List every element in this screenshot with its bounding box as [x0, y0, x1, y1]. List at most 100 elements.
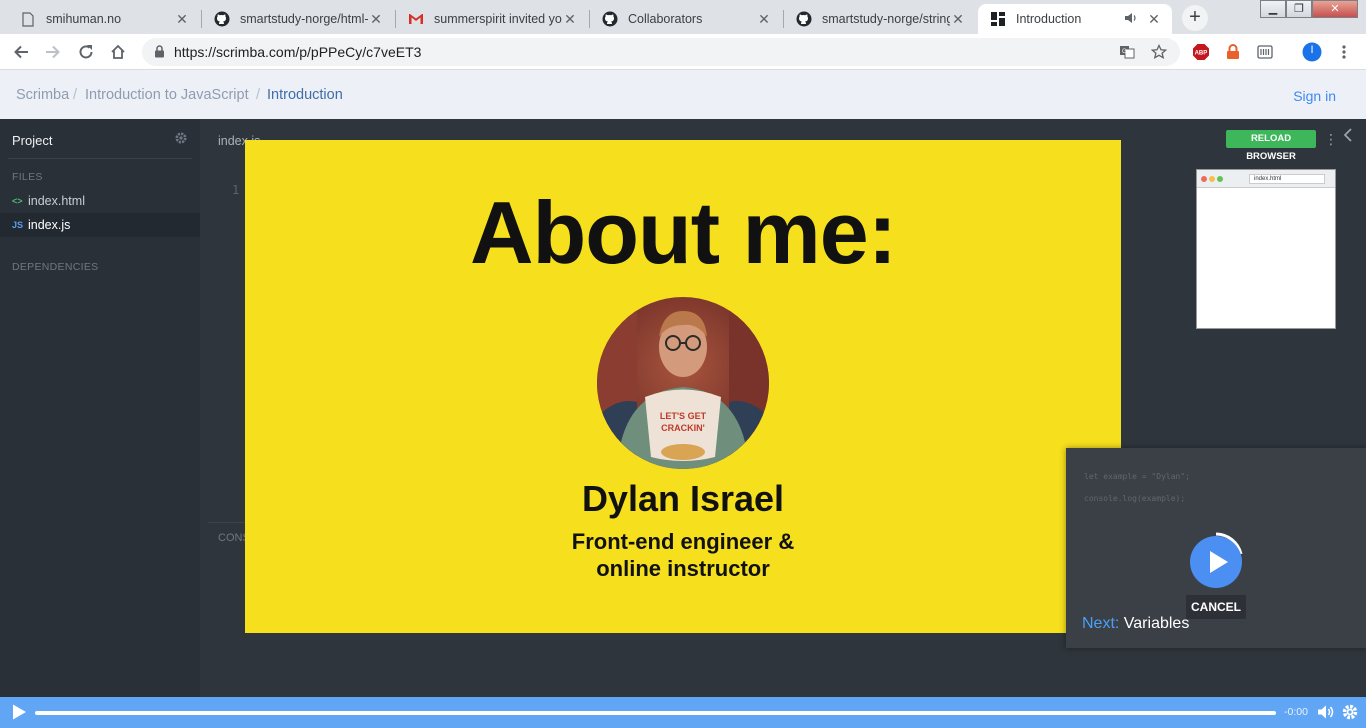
tab-title: Introduction	[1016, 12, 1082, 26]
browser-tab[interactable]: summerspirit invited you ✕	[396, 4, 588, 34]
instructor-name: Dylan Israel	[581, 478, 785, 519]
extension-icon[interactable]	[1253, 40, 1277, 64]
lastpass-lock-icon[interactable]	[1221, 40, 1245, 64]
shirt-text-line1: LET'S GET	[660, 411, 707, 421]
line-number: 1	[232, 183, 240, 197]
profile-avatar[interactable]: I	[1300, 40, 1324, 64]
minimize-button[interactable]: ▁	[1260, 0, 1286, 18]
file-name: index.html	[28, 194, 85, 208]
browser-tab[interactable]: smartstudy-norge/string ✕	[784, 4, 976, 34]
close-tab-icon[interactable]: ✕	[756, 11, 772, 27]
tab-title: Collaborators	[628, 12, 703, 26]
window-controls: ▁ ❐ ✕	[1260, 0, 1358, 18]
breadcrumb-scrimba[interactable]: Scrimba	[16, 87, 69, 103]
tab-title: summerspirit invited you	[434, 12, 562, 26]
new-tab-button[interactable]: +	[1182, 5, 1208, 31]
close-tab-icon[interactable]: ✕	[950, 11, 966, 27]
close-tab-icon[interactable]: ✕	[368, 11, 384, 27]
more-options-icon[interactable]: ⋮	[1324, 130, 1338, 148]
breadcrumb-separator: /	[73, 87, 78, 103]
dependencies-label: DEPENDENCIES	[12, 261, 99, 273]
preview-toolbar: index.html	[1197, 170, 1335, 188]
code-line: console.log(example);	[1084, 494, 1186, 503]
back-icon[interactable]	[9, 40, 33, 64]
next-code-preview: let example = "Dylan"; console.log(exampl…	[1084, 466, 1190, 510]
browser-menu-icon[interactable]	[1332, 40, 1356, 64]
audio-playing-icon[interactable]	[1124, 12, 1140, 27]
home-icon[interactable]	[106, 40, 130, 64]
play-icon[interactable]	[10, 703, 28, 721]
scrimba-header: Scrimba / Introduction to JavaScript / I…	[0, 70, 1366, 119]
breadcrumb-course[interactable]: Introduction to JavaScript	[85, 87, 249, 103]
github-icon	[796, 11, 812, 27]
next-lesson-title: Variables	[1123, 615, 1190, 632]
reload-icon[interactable]	[74, 40, 98, 64]
scrimba-icon	[990, 11, 1006, 27]
browser-tab[interactable]: smartstudy-norge/html- ✕	[202, 4, 394, 34]
player-bar: -0:00	[0, 697, 1366, 728]
close-tab-icon[interactable]: ✕	[562, 11, 578, 27]
settings-cog-icon[interactable]	[1341, 703, 1359, 721]
browser-toolbar: https://scrimba.com/p/pPPeCy/c7veET3 G A…	[0, 34, 1366, 70]
close-window-button[interactable]: ✕	[1312, 0, 1358, 18]
browser-tab-active[interactable]: Introduction ✕	[978, 4, 1172, 34]
js-file-icon: JS	[12, 220, 24, 230]
lock-icon[interactable]	[154, 45, 165, 63]
project-sidebar: Project FILES <> index.html JS index.js …	[0, 119, 200, 697]
tab-title: smartstudy-norge/html-	[240, 12, 368, 26]
file-item-index-js[interactable]: JS index.js	[0, 213, 200, 237]
tab-title: smihuman.no	[46, 12, 122, 26]
files-label: FILES	[12, 171, 43, 183]
svg-text:ABP: ABP	[1195, 51, 1208, 57]
sidebar-divider	[8, 158, 192, 159]
translate-icon[interactable]: G	[1115, 40, 1139, 64]
slide-title: About me:	[469, 183, 897, 282]
preview-maximize-dot	[1217, 176, 1223, 182]
browser-tab[interactable]: Collaborators ✕	[590, 4, 782, 34]
progress-track[interactable]	[35, 711, 1276, 715]
breadcrumb-lesson: Introduction	[267, 87, 343, 103]
page-icon	[20, 11, 36, 27]
close-tab-icon[interactable]: ✕	[1146, 11, 1162, 27]
svg-text:G: G	[1122, 49, 1127, 55]
preview-minimize-dot	[1209, 176, 1215, 182]
browser-tab-strip: smihuman.no ✕ smartstudy-norge/html- ✕ s…	[0, 0, 1366, 34]
collapse-panel-icon[interactable]	[1340, 128, 1356, 146]
cancel-autoplay-button[interactable]: CANCEL	[1186, 595, 1246, 619]
volume-icon[interactable]	[1317, 703, 1335, 721]
play-next-button[interactable]	[1188, 532, 1244, 588]
breadcrumb-separator: /	[256, 87, 261, 103]
lesson-slide: About me: LET'S GET CRACKIN' Dylan Israe…	[245, 140, 1121, 633]
instructor-role: Front-end engineer & online instructor	[245, 528, 1121, 582]
role-line-2: online instructor	[596, 556, 770, 581]
next-lesson-link[interactable]: Next: Variables	[1082, 615, 1189, 633]
browser-preview[interactable]: index.html	[1196, 169, 1336, 329]
close-tab-icon[interactable]: ✕	[174, 11, 190, 27]
html-file-icon: <>	[12, 196, 23, 206]
browser-tab[interactable]: smihuman.no ✕	[8, 4, 200, 34]
profile-initial: I	[1310, 44, 1314, 56]
forward-icon[interactable]	[41, 40, 65, 64]
project-label: Project	[12, 133, 53, 148]
sign-in-link[interactable]: Sign in	[1293, 88, 1336, 104]
next-label: Next:	[1082, 615, 1120, 632]
tab-title: smartstudy-norge/string	[822, 12, 950, 26]
role-line-1: Front-end engineer &	[571, 529, 795, 554]
preview-close-dot	[1201, 176, 1207, 182]
file-item-index-html[interactable]: <> index.html	[0, 189, 200, 213]
code-line: let example = "Dylan";	[1084, 472, 1190, 481]
instructor-photo: LET'S GET CRACKIN'	[597, 297, 769, 469]
url-text: https://scrimba.com/p/pPPeCy/c7veET3	[174, 44, 422, 60]
bookmark-star-icon[interactable]	[1147, 40, 1171, 64]
gmail-icon	[408, 11, 424, 27]
reload-browser-button[interactable]: RELOAD BROWSER	[1226, 130, 1316, 162]
settings-gear-icon[interactable]	[174, 131, 188, 145]
address-bar[interactable]: https://scrimba.com/p/pPPeCy/c7veET3	[142, 38, 1180, 66]
adblock-icon[interactable]: ABP	[1189, 40, 1213, 64]
preview-url: index.html	[1249, 174, 1325, 184]
file-name: index.js	[28, 218, 71, 232]
time-remaining: -0:00	[1284, 706, 1308, 718]
maximize-button[interactable]: ❐	[1286, 0, 1312, 18]
shirt-text-line2: CRACKIN'	[661, 423, 705, 433]
github-icon	[214, 11, 230, 27]
